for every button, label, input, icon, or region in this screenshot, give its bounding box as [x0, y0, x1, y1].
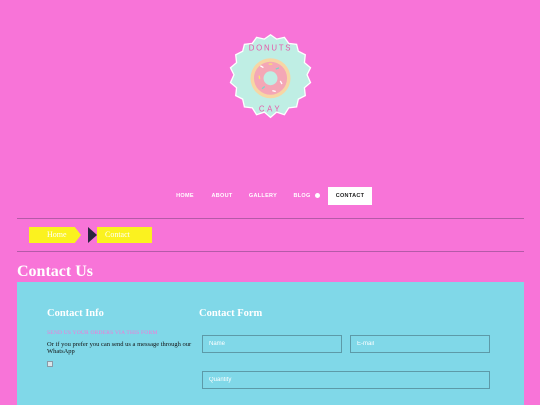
logo-text-top: DONUTS — [249, 43, 293, 52]
donuts-cay-logo[interactable]: DONUTS CAY — [227, 33, 314, 120]
donut-icon — [250, 58, 291, 99]
logo-text-bottom: CAY — [259, 104, 282, 113]
breadcrumb-current: Contact — [97, 227, 152, 243]
email-field[interactable] — [350, 335, 490, 353]
divider-bottom — [17, 251, 524, 252]
divider-top — [17, 218, 524, 219]
blog-dropdown-dot-icon[interactable] — [315, 193, 320, 198]
contact-panel: Contact Info SEND US YOUR ORDERS VIA THI… — [17, 282, 524, 405]
breadcrumb-separator-icon — [88, 227, 97, 243]
whatsapp-image-placeholder[interactable] — [47, 361, 53, 367]
breadcrumb-home[interactable]: Home — [29, 227, 81, 243]
nav-item-contact[interactable]: CONTACT — [328, 187, 372, 205]
name-field[interactable] — [202, 335, 342, 353]
nav-item-home[interactable]: HOME — [168, 187, 202, 205]
nav-item-about[interactable]: ABOUT — [205, 187, 239, 205]
page-title: Contact Us — [17, 263, 93, 280]
contact-info-title: Contact Info — [47, 308, 104, 319]
nav-item-blog[interactable]: BLOG — [286, 187, 318, 205]
contact-form-title: Contact Form — [199, 308, 263, 319]
main-nav: HOME ABOUT GALLERY BLOG CONTACT — [0, 187, 540, 205]
nav-item-gallery[interactable]: GALLERY — [244, 187, 282, 205]
whatsapp-text: Or if you prefer you can send us a messa… — [47, 341, 192, 355]
orders-form-link[interactable]: SEND US YOUR ORDERS VIA THIS FORM — [47, 330, 157, 336]
quantity-field[interactable] — [202, 371, 490, 389]
